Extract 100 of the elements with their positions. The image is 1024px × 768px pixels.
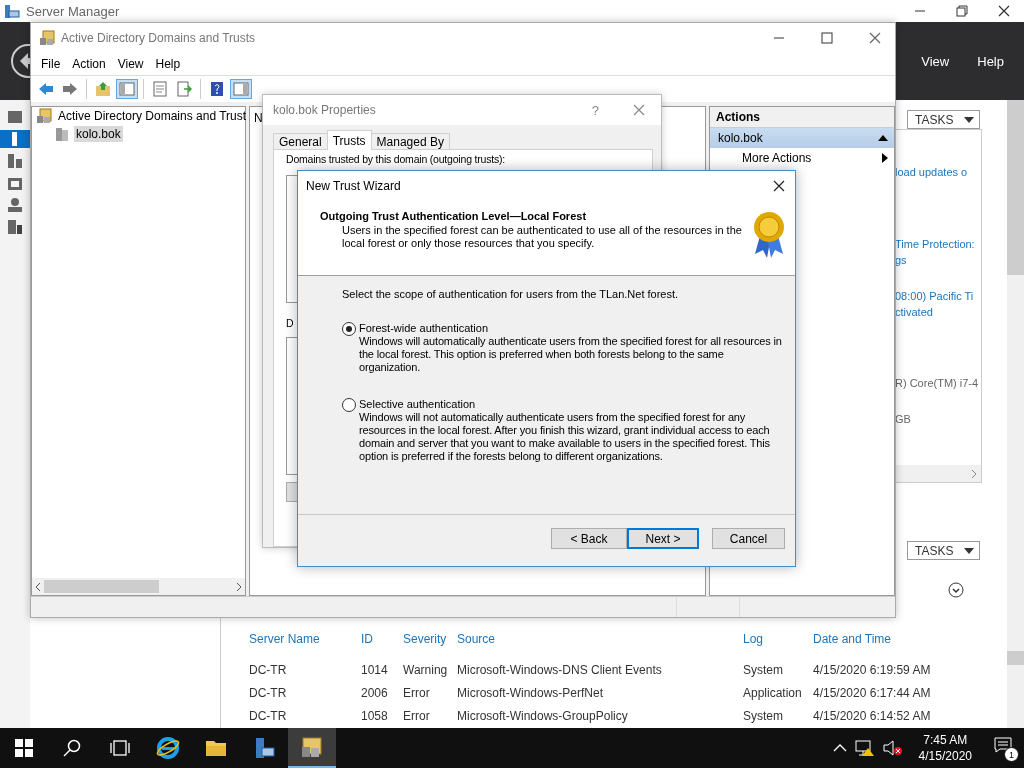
close-icon[interactable] [998,5,1010,17]
browser-e-icon[interactable] [156,736,180,760]
close-icon[interactable] [773,180,785,192]
table-cell-text: 1058 [361,709,389,724]
action-item[interactable]: More Actions [710,148,894,165]
table-cell-text: Microsoft-Windows-GroupPolicy [457,709,629,724]
help-button[interactable]: ? [591,102,599,118]
table-cell-text: Microsoft-Windows-DNS Client Events [457,662,663,677]
column-header[interactable]: Date and Time [813,631,1007,646]
maximize-icon[interactable] [821,32,833,44]
tab[interactable]: General [273,133,328,150]
table-cell-text: DC-TR [249,662,288,677]
horizontal-scrollbar[interactable] [895,465,981,482]
column-header[interactable]: Source [457,631,743,646]
dropdown-arrow-icon [964,116,974,123]
table-cell-text: Error [403,709,431,724]
column-header[interactable]: Server Name [249,631,361,646]
column-header[interactable]: Log [743,631,813,646]
submenu-arrow-icon [882,153,888,163]
chevron-up-icon[interactable] [832,743,847,753]
console-tree-icon [119,81,135,97]
dialog-title: New Trust Wizard [306,179,402,193]
message-icon [994,737,1012,753]
window-title: Active Directory Domains and Trusts [61,31,257,45]
nav-icon [7,109,23,125]
tree-item[interactable]: Active Directory Domains and Trust [56,108,249,124]
clock[interactable]: 7:45 AM 4/15/2020 [910,732,986,764]
export-list-icon [176,81,192,97]
table-cell-text: Application [743,686,803,701]
property-link[interactable]: ctivated [895,306,981,318]
option-description: Windows will not automatically authenticate users from the specified forest for any resources in the local forest. After you finish this wizard, grant individual access to each domain and server that you want to make available to users in the specified forest. This option is preferred if the forests belong to different organizations. [359,411,771,463]
column-header[interactable]: Severity [403,631,457,646]
action-pane-icon [233,81,249,97]
restore-icon[interactable] [956,5,968,17]
menu-item[interactable]: View [111,57,150,71]
network-warning-icon[interactable] [854,739,875,757]
menu-item[interactable]: File [35,57,67,71]
property-link[interactable]: load updates o [895,166,981,178]
notification-button[interactable]: 1 [994,737,1016,759]
column-header[interactable]: ID [361,631,403,646]
tasks-button[interactable]: TASKS [907,541,980,560]
tasks-button[interactable]: TASKS [907,110,980,129]
windows-logo-icon [15,739,33,757]
table-cell-text: System [743,709,784,724]
dialog-button[interactable]: < Back [551,528,627,549]
speaker-muted-icon[interactable] [882,739,903,757]
nav-item[interactable] [0,130,30,148]
dialog-button[interactable]: Cancel [712,528,785,549]
option-description: Windows will automatically authenticate users from the specified forest for all resources in the local forest. This option is preferred when both forests belong to the same organization. [359,335,783,374]
properties-icon [152,81,168,97]
domains-trusts-icon [39,30,55,46]
vertical-scrollbar[interactable] [1007,100,1024,615]
property-value: R) Core(TM) i7-4 [895,377,980,389]
radio-label[interactable]: Forest-wide authentication [359,322,785,335]
pane-title: Actions [716,110,760,124]
nav-icon [7,153,23,169]
back-arrow-icon [38,81,54,97]
table-cell-text: DC-TR [249,709,288,724]
domains-trusts-icon[interactable] [300,735,324,759]
property-value: GB [895,413,912,425]
radio-label[interactable]: Selective authentication [359,398,785,411]
table-cell-text: 4/15/2020 6:19:59 AM [813,662,932,677]
table-cell-text: 4/15/2020 6:14:52 AM [813,709,932,724]
table-cell-text: 4/15/2020 6:17:44 AM [813,686,932,701]
dialog-button[interactable]: Next > [627,528,699,549]
notification-count: 1 [1004,747,1019,762]
header-menu-item[interactable]: Help [977,53,1004,69]
tab[interactable]: Trusts [326,130,372,150]
tree-item[interactable]: kolo.bok [74,126,123,142]
column-header[interactable]: N [250,107,263,125]
radio-button[interactable] [342,398,356,412]
dialog-title: kolo.bok Properties [273,103,377,117]
property-link[interactable]: gs [895,254,981,266]
property-link[interactable]: Time Protection: [895,238,981,250]
menu-item[interactable]: Action [66,57,112,71]
domains-trusts-icon [36,108,52,124]
chevron-right-icon [971,468,977,479]
action-group-header[interactable]: kolo.bok [710,128,894,148]
property-link[interactable]: 08:00) Pacific Ti [895,290,981,302]
horizontal-scrollbar[interactable] [32,578,245,595]
menu-item[interactable]: Help [149,57,187,71]
table-cell-text: Error [403,686,431,701]
chevron-right-icon [236,581,242,592]
back-arrow-icon[interactable] [10,43,30,79]
expand-chevron-icon[interactable] [948,582,964,598]
wizard-heading: Outgoing Trust Authentication Level—Local Forest [320,210,588,222]
tab[interactable]: Managed By [370,133,450,150]
field-label: Domains trusted by this domain (outgoing trusts): [286,153,505,165]
collapse-arrow-icon [878,135,888,141]
task-view-icon [110,740,130,756]
table-cell-text: System [743,662,784,677]
radio-button[interactable] [342,322,356,336]
nav-icon [7,197,23,213]
vertical-scrollbar[interactable] [1007,615,1024,728]
folder-up-icon [95,81,111,97]
window-title: Server Manager [26,3,121,19]
help-book-icon [209,81,225,97]
nav-icon [7,219,23,235]
header-menu-item[interactable]: View [921,53,950,69]
taskbar-app[interactable] [288,728,336,768]
